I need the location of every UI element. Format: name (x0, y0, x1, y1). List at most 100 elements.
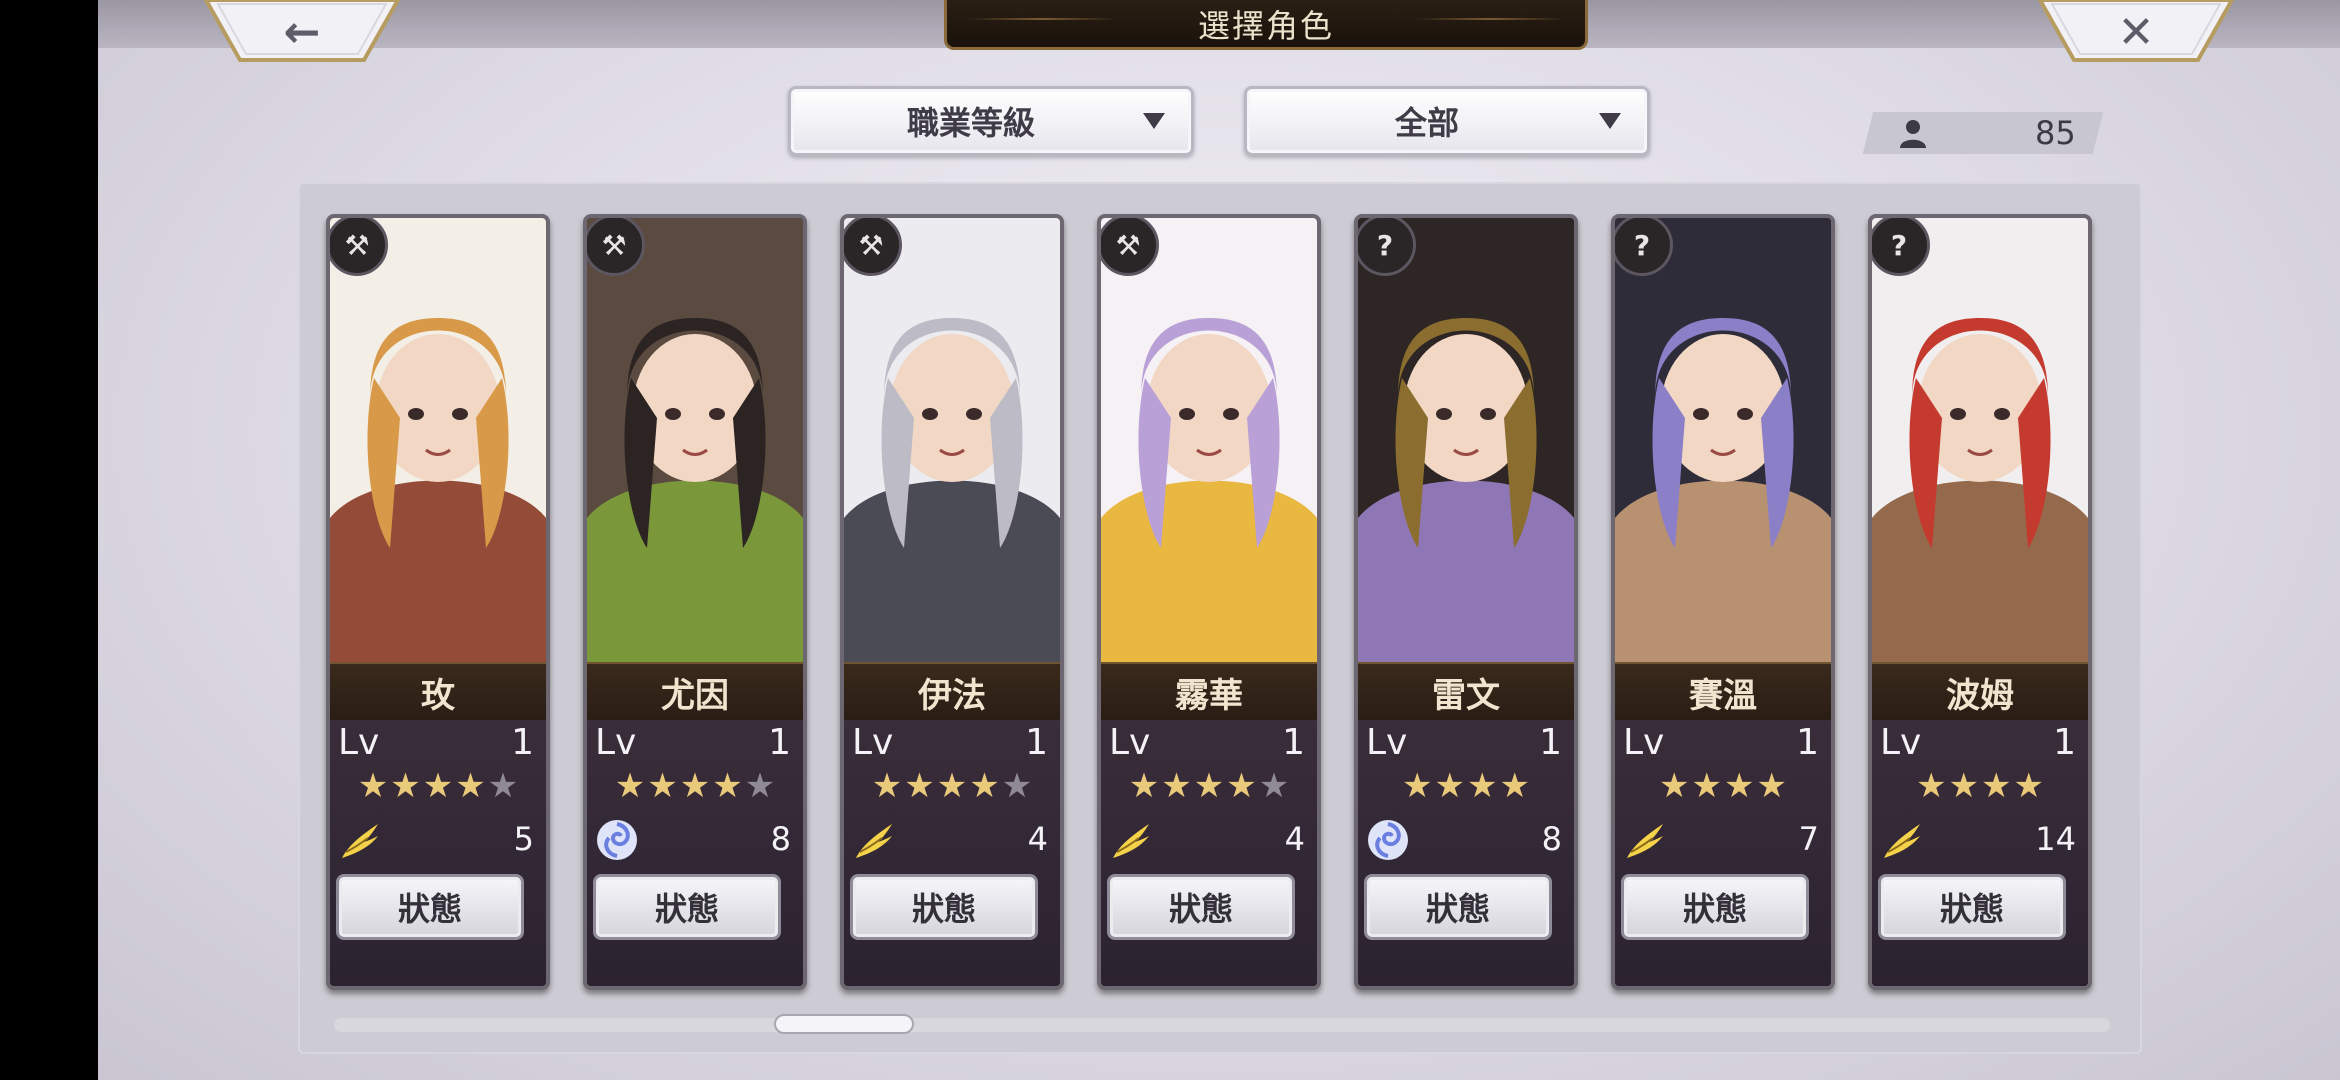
level-value: 1 (1282, 722, 1305, 763)
star-filled-icon: ★ (1499, 766, 1530, 806)
level-value: 1 (1025, 722, 1048, 763)
element-value: 8 (1541, 820, 1562, 858)
wing-icon (852, 818, 896, 862)
star-rating: ★ ★ ★ ★ ★ (330, 766, 546, 806)
level-value: 1 (1796, 722, 1819, 763)
character-card-5[interactable]: ? 雷文 Lv 1 ★ ★ ★ ★ 8 狀態 (1354, 214, 1578, 990)
level-value: 1 (511, 722, 534, 763)
character-stats: Lv 1 ★ ★ ★ ★ ★ 4 狀態 (844, 720, 1060, 986)
element-value: 4 (1027, 820, 1048, 858)
star-empty-icon: ★ (744, 766, 776, 806)
element-value: 14 (2035, 820, 2076, 858)
star-filled-icon: ★ (904, 766, 935, 806)
character-portrait (1101, 218, 1317, 662)
star-filled-icon: ★ (1193, 766, 1225, 806)
element-value: 4 (1284, 820, 1305, 858)
status-button[interactable]: 狀態 (1364, 874, 1552, 940)
hammer-icon: ⚒ (1101, 218, 1159, 276)
star-rating: ★ ★ ★ ★ (1358, 766, 1574, 806)
star-rating: ★ ★ ★ ★ ★ (1101, 766, 1317, 806)
star-filled-icon: ★ (1691, 766, 1722, 806)
star-rating: ★ ★ ★ ★ ★ (844, 766, 1060, 806)
element-value: 5 (513, 820, 534, 858)
character-name: 波姆 (1872, 662, 2088, 722)
character-portrait (844, 218, 1060, 662)
character-name: 伊法 (844, 662, 1060, 722)
status-button[interactable]: 狀態 (1621, 874, 1809, 940)
back-button[interactable]: ← (204, 0, 400, 64)
star-filled-icon: ★ (1659, 766, 1690, 806)
star-filled-icon: ★ (712, 766, 743, 806)
status-button[interactable]: 狀態 (1878, 874, 2066, 940)
character-portrait (330, 218, 546, 662)
star-empty-icon: ★ (1001, 766, 1033, 806)
star-filled-icon: ★ (969, 766, 1000, 806)
character-portrait (1615, 218, 1831, 662)
game-screen: ← ✕ 選擇角色 職業等級 全部 85 ⚒ 玫 Lv 1 ★ ★ ★ ★ ★ 5… (98, 0, 2340, 1080)
star-filled-icon: ★ (455, 766, 486, 806)
wing-icon (1880, 818, 1924, 862)
job-level-dropdown-label: 職業等級 (906, 104, 1035, 142)
character-stats: Lv 1 ★ ★ ★ ★ ★ 4 狀態 (1101, 720, 1317, 986)
star-filled-icon: ★ (2013, 766, 2044, 806)
job-level-dropdown[interactable]: 職業等級 (788, 86, 1194, 156)
star-filled-icon: ★ (936, 766, 968, 806)
person-icon (1900, 120, 1926, 148)
element-value: 8 (770, 820, 791, 858)
character-stats: Lv 1 ★ ★ ★ ★ 8 狀態 (1358, 720, 1574, 986)
star-filled-icon: ★ (871, 766, 903, 806)
character-count-panel: 85 (1862, 112, 2104, 154)
star-filled-icon: ★ (1756, 766, 1787, 806)
mystery-icon: ? (1872, 218, 1930, 276)
category-filter-dropdown[interactable]: 全部 (1244, 86, 1650, 156)
mystery-icon: ? (1358, 218, 1416, 276)
star-filled-icon: ★ (1981, 766, 2012, 806)
mystery-icon: ? (1615, 218, 1673, 276)
star-filled-icon: ★ (1724, 766, 1755, 806)
star-filled-icon: ★ (390, 766, 421, 806)
character-card-3[interactable]: ⚒ 伊法 Lv 1 ★ ★ ★ ★ ★ 4 狀態 (840, 214, 1064, 990)
character-portrait (1872, 218, 2088, 662)
star-filled-icon: ★ (614, 766, 646, 806)
status-button[interactable]: 狀態 (1107, 874, 1295, 940)
level-label: Lv (1880, 722, 1922, 763)
star-filled-icon: ★ (1434, 766, 1465, 806)
scrollbar-thumb[interactable] (774, 1014, 914, 1034)
character-name: 尤因 (587, 662, 803, 722)
star-filled-icon: ★ (1467, 766, 1498, 806)
character-card-4[interactable]: ⚒ 霧華 Lv 1 ★ ★ ★ ★ ★ 4 狀態 (1097, 214, 1321, 990)
hammer-icon: ⚒ (844, 218, 902, 276)
level-value: 1 (768, 722, 791, 763)
star-rating: ★ ★ ★ ★ ★ (587, 766, 803, 806)
category-filter-label: 全部 (1394, 104, 1459, 142)
chevron-down-icon (1599, 113, 1621, 129)
star-filled-icon: ★ (1226, 766, 1257, 806)
status-button[interactable]: 狀態 (850, 874, 1038, 940)
close-button[interactable]: ✕ (2038, 0, 2234, 64)
level-label: Lv (1109, 722, 1151, 763)
character-card-1[interactable]: ⚒ 玫 Lv 1 ★ ★ ★ ★ ★ 5 狀態 (326, 214, 550, 990)
character-name: 霧華 (1101, 662, 1317, 722)
character-stats: Lv 1 ★ ★ ★ ★ 7 狀態 (1615, 720, 1831, 986)
status-button[interactable]: 狀態 (593, 874, 781, 940)
character-card-7[interactable]: ? 波姆 Lv 1 ★ ★ ★ ★ 14 狀態 (1868, 214, 2092, 990)
status-button[interactable]: 狀態 (336, 874, 524, 940)
star-filled-icon: ★ (1402, 766, 1433, 806)
character-stats: Lv 1 ★ ★ ★ ★ ★ 5 狀態 (330, 720, 546, 986)
star-filled-icon: ★ (1948, 766, 1979, 806)
star-filled-icon: ★ (357, 766, 389, 806)
star-empty-icon: ★ (487, 766, 519, 806)
character-card-2[interactable]: ⚒ 尤因 Lv 1 ★ ★ ★ ★ ★ 8 狀態 (583, 214, 807, 990)
swirl-icon (1366, 818, 1410, 862)
hammer-icon: ⚒ (587, 218, 645, 276)
swirl-icon (595, 818, 639, 862)
star-filled-icon: ★ (422, 766, 454, 806)
horizontal-scrollbar[interactable] (334, 1018, 2110, 1032)
element-value: 7 (1798, 820, 1819, 858)
character-count: 85 (2035, 114, 2076, 152)
level-label: Lv (1623, 722, 1665, 763)
page-title: 選擇角色 (944, 0, 1588, 50)
level-label: Lv (852, 722, 894, 763)
character-card-6[interactable]: ? 賽溫 Lv 1 ★ ★ ★ ★ 7 狀態 (1611, 214, 1835, 990)
star-filled-icon: ★ (679, 766, 711, 806)
